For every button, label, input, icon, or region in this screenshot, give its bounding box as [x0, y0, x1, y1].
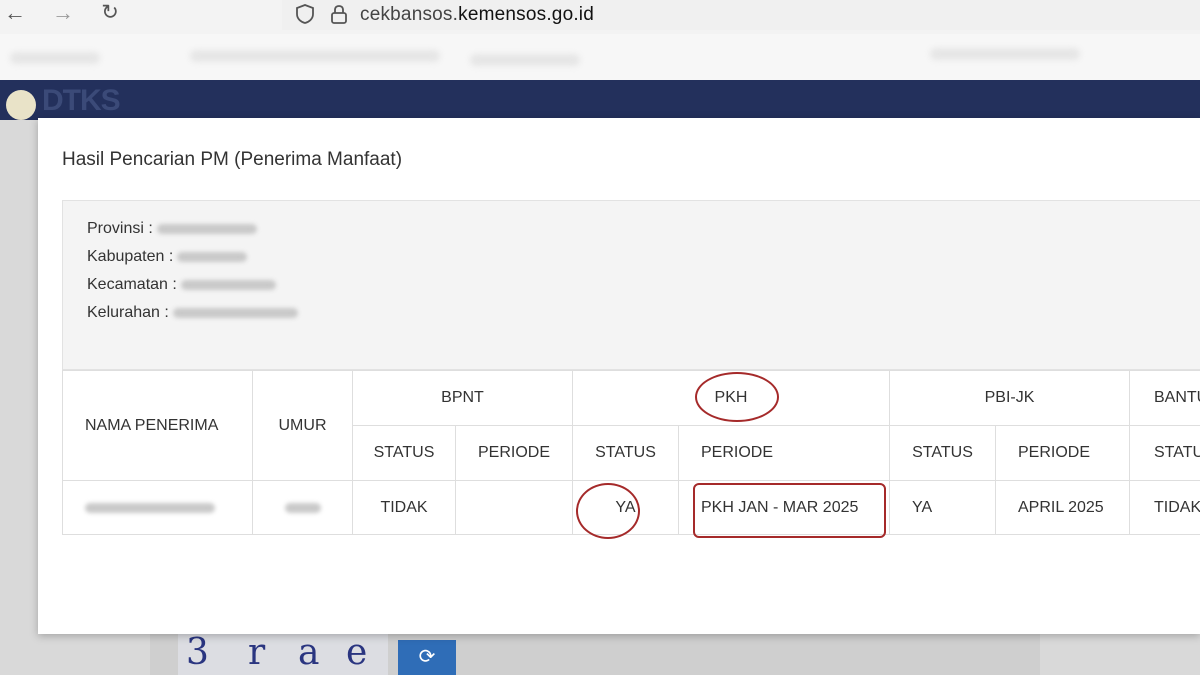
header-group-pbijk: PBI-JK [890, 371, 1130, 426]
cell-bpnt-status: TIDAK [353, 481, 456, 535]
cell-bpnt-periode [456, 481, 573, 535]
annotation-circle-pkh [695, 372, 779, 422]
lock-icon[interactable] [328, 3, 350, 25]
cell-bantuan-status: TIDAK [1130, 481, 1200, 535]
provinsi-label: Provinsi : [87, 220, 153, 237]
subheader-bantuan-status: STATU [1130, 426, 1200, 481]
url-domain: kemensos.go.id [458, 4, 594, 25]
site-logo-text: DTKS [42, 84, 121, 117]
kecamatan-line: Kecamatan : [87, 276, 276, 294]
captcha-image: 3 r a e [178, 632, 388, 675]
subheader-pbijk-status: STATUS [890, 426, 996, 481]
kelurahan-line: Kelurahan : [87, 304, 298, 322]
dtks-logo-icon [6, 90, 36, 120]
kelurahan-label: Kelurahan : [87, 304, 169, 321]
redacted-value [180, 279, 276, 290]
captcha-refresh-button[interactable]: ⟳ [398, 640, 456, 675]
captcha-char: e [346, 632, 368, 673]
captcha-char: r [248, 632, 266, 673]
header-group-bpnt: BPNT [353, 371, 573, 426]
redacted-value [177, 251, 248, 262]
region-info-panel: Provinsi : Kabupaten : Kecamatan : Kelur… [62, 200, 1200, 370]
refresh-icon: ⟳ [418, 646, 436, 668]
cell-pbijk-periode: APRIL 2025 [996, 481, 1130, 535]
provinsi-line: Provinsi : [87, 220, 257, 238]
redacted-value [284, 502, 321, 513]
bookmarks-bar [0, 34, 1200, 80]
url-prefix: cekbansos. [360, 4, 459, 25]
header-nama-penerima: NAMA PENERIMA [63, 371, 253, 481]
shield-icon[interactable] [294, 3, 316, 25]
result-table: NAMA PENERIMA UMUR BPNT PKH PBI-JK BANTU… [62, 370, 1200, 539]
cell-umur [253, 481, 353, 535]
captcha-char: a [298, 632, 320, 673]
kabupaten-label: Kabupaten : [87, 248, 174, 265]
subheader-bpnt-periode: PERIODE [456, 426, 573, 481]
site-header [0, 80, 1200, 120]
arrow-right-icon[interactable]: → [48, 0, 78, 28]
redacted-value [172, 307, 298, 318]
address-bar[interactable]: cekbansos.kemensos.go.id [282, 0, 1200, 30]
annotation-circle-ya [576, 483, 640, 539]
annotation-box-periode [693, 483, 886, 538]
subheader-bpnt-status: STATUS [353, 426, 456, 481]
modal-title: Hasil Pencarian PM (Penerima Manfaat) [62, 149, 403, 170]
header-group-bantuan: BANTU [1130, 371, 1200, 426]
kabupaten-line: Kabupaten : [87, 248, 248, 266]
header-umur: UMUR [253, 371, 353, 481]
kecamatan-label: Kecamatan : [87, 276, 177, 293]
arrow-left-icon[interactable]: ← [0, 0, 30, 28]
subheader-pkh-status: STATUS [573, 426, 679, 481]
subheader-pkh-periode: PERIODE [679, 426, 890, 481]
reload-icon[interactable]: ↻ [95, 0, 125, 28]
subheader-pbijk-periode: PERIODE [996, 426, 1130, 481]
cell-nama [63, 481, 253, 535]
cell-pbijk-status: YA [890, 481, 996, 535]
url-text[interactable]: cekbansos.kemensos.go.id [360, 4, 594, 26]
result-modal: Hasil Pencarian PM (Penerima Manfaat) Pr… [38, 118, 1200, 634]
captcha-char: 3 [186, 632, 209, 673]
browser-toolbar: ← → ↻ cekbansos.kemensos.go.id [0, 0, 1200, 34]
redacted-value [85, 502, 215, 513]
redacted-value [156, 223, 257, 234]
